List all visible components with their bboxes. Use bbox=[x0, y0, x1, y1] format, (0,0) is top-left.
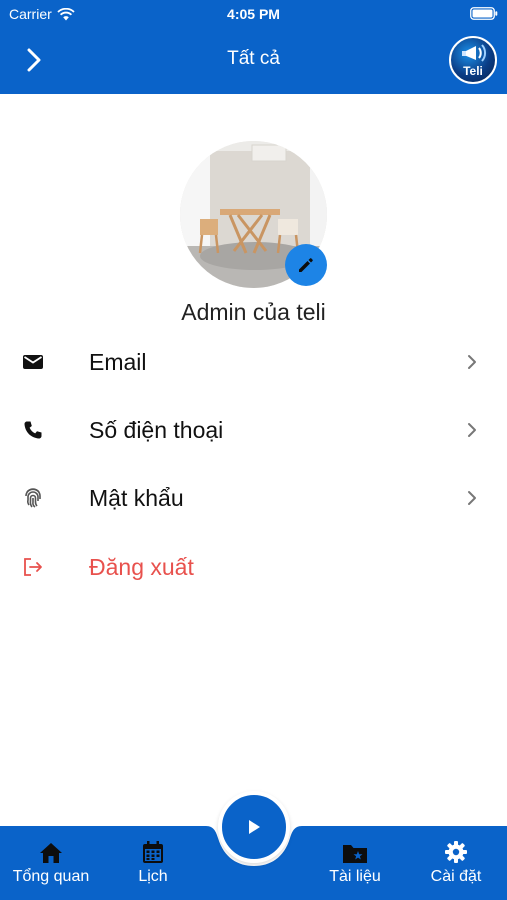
tab-overview[interactable]: Tổng quan bbox=[6, 826, 96, 900]
menu-item-label: Số điện thoại bbox=[89, 416, 224, 443]
battery-icon bbox=[470, 7, 498, 20]
logout-icon bbox=[21, 555, 45, 579]
tab-label: Tổng quan bbox=[12, 868, 90, 885]
phone-icon bbox=[21, 418, 45, 442]
menu-item-email[interactable]: Email bbox=[0, 331, 507, 393]
status-bar: Carrier 4:05 PM bbox=[0, 0, 507, 28]
home-icon bbox=[39, 826, 63, 866]
page-title: Tất cả bbox=[227, 48, 280, 69]
menu-item-phone[interactable]: Số điện thoại bbox=[0, 399, 507, 461]
menu-item-label: Mật khẩu bbox=[89, 484, 184, 511]
edit-avatar-button[interactable] bbox=[285, 244, 327, 286]
tab-label: Cài đặt bbox=[430, 868, 482, 885]
fingerprint-icon bbox=[21, 486, 45, 510]
menu-item-logout[interactable]: Đăng xuất bbox=[0, 536, 507, 598]
folder-star-icon bbox=[342, 826, 368, 866]
calendar-icon bbox=[141, 826, 165, 866]
chevron-right-icon bbox=[465, 487, 479, 509]
tab-calendar[interactable]: Lịch bbox=[118, 826, 188, 900]
play-icon bbox=[249, 820, 260, 834]
chevron-right-icon bbox=[465, 419, 479, 441]
tab-settings[interactable]: Cài đặt bbox=[418, 826, 494, 900]
top-bar: Carrier 4:05 PM Tất cả Teli bbox=[0, 0, 507, 94]
menu-item-label: Đăng xuất bbox=[89, 553, 194, 580]
pencil-icon bbox=[299, 258, 313, 272]
chevron-right-icon bbox=[465, 351, 479, 373]
email-icon bbox=[21, 350, 45, 374]
menu-item-label: Email bbox=[89, 348, 147, 375]
tab-label: Tài liệu bbox=[329, 868, 381, 885]
tab-label: Lịch bbox=[138, 868, 168, 885]
menu-item-password[interactable]: Mật khẩu bbox=[0, 467, 507, 529]
tab-documents[interactable]: Tài liệu bbox=[318, 826, 392, 900]
status-time: 4:05 PM bbox=[227, 6, 280, 22]
profile-name: Admin của teli bbox=[181, 299, 326, 325]
gear-icon bbox=[444, 826, 468, 866]
play-button[interactable] bbox=[218, 791, 290, 863]
teli-logo[interactable]: Teli bbox=[449, 36, 497, 84]
avatar-container bbox=[180, 141, 327, 288]
megaphone-icon bbox=[462, 44, 486, 62]
logo-text: Teli bbox=[463, 64, 483, 78]
